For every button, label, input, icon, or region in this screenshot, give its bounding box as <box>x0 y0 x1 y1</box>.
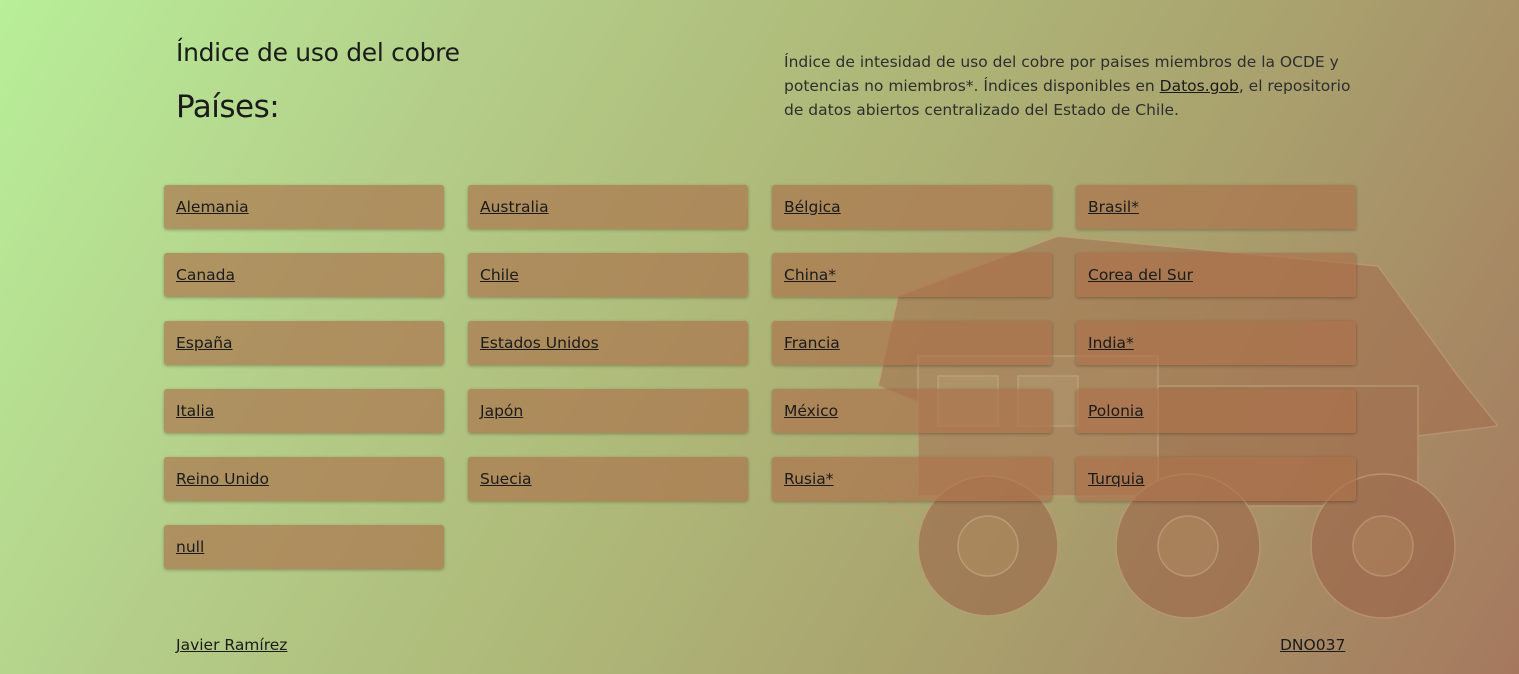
country-link[interactable]: México <box>784 402 838 420</box>
country-link[interactable]: Chile <box>480 266 519 284</box>
country-link[interactable]: China* <box>784 266 836 284</box>
country-link[interactable]: Japón <box>480 402 523 420</box>
country-card[interactable]: Japón <box>468 389 748 433</box>
country-card[interactable]: México <box>772 389 1052 433</box>
country-link[interactable]: Rusia* <box>784 470 834 488</box>
country-link[interactable]: España <box>176 334 233 352</box>
country-link[interactable]: Corea del Sur <box>1088 266 1193 284</box>
country-card[interactable]: Chile <box>468 253 748 297</box>
country-grid: Alemania Australia Bélgica Brasil* Canad… <box>164 185 1356 569</box>
code-link[interactable]: DNO037 <box>1280 636 1345 654</box>
country-card[interactable]: Corea del Sur <box>1076 253 1356 297</box>
page-title: Índice de uso del cobre <box>176 38 460 67</box>
datos-gob-link[interactable]: Datos.gob <box>1160 77 1239 95</box>
country-card[interactable]: Estados Unidos <box>468 321 748 365</box>
country-link[interactable]: Australia <box>480 198 549 216</box>
country-link[interactable]: null <box>176 538 204 556</box>
country-card[interactable]: Reino Unido <box>164 457 444 501</box>
country-card[interactable]: Rusia* <box>772 457 1052 501</box>
country-card[interactable]: Alemania <box>164 185 444 229</box>
country-card[interactable]: India* <box>1076 321 1356 365</box>
country-card[interactable]: Italia <box>164 389 444 433</box>
country-link[interactable]: Canada <box>176 266 235 284</box>
page-description: Índice de intesidad de uso del cobre por… <box>784 50 1359 122</box>
country-link[interactable]: Brasil* <box>1088 198 1139 216</box>
country-card[interactable]: Australia <box>468 185 748 229</box>
country-link[interactable]: Polonia <box>1088 402 1144 420</box>
country-link[interactable]: Suecia <box>480 470 532 488</box>
country-link[interactable]: Estados Unidos <box>480 334 599 352</box>
country-card[interactable]: Polonia <box>1076 389 1356 433</box>
country-link[interactable]: Alemania <box>176 198 249 216</box>
country-card[interactable]: Turquia <box>1076 457 1356 501</box>
country-link[interactable]: Francia <box>784 334 840 352</box>
country-card[interactable]: China* <box>772 253 1052 297</box>
country-card[interactable]: España <box>164 321 444 365</box>
country-card[interactable]: Francia <box>772 321 1052 365</box>
country-link[interactable]: Bélgica <box>784 198 841 216</box>
country-card[interactable]: Suecia <box>468 457 748 501</box>
country-link[interactable]: India* <box>1088 334 1134 352</box>
country-card[interactable]: null <box>164 525 444 569</box>
countries-heading: Países: <box>176 89 280 125</box>
country-link[interactable]: Italia <box>176 402 214 420</box>
country-link[interactable]: Turquia <box>1088 470 1145 488</box>
country-card[interactable]: Canada <box>164 253 444 297</box>
author-link[interactable]: Javier Ramírez <box>176 636 287 654</box>
country-card[interactable]: Brasil* <box>1076 185 1356 229</box>
country-link[interactable]: Reino Unido <box>176 470 269 488</box>
country-card[interactable]: Bélgica <box>772 185 1052 229</box>
